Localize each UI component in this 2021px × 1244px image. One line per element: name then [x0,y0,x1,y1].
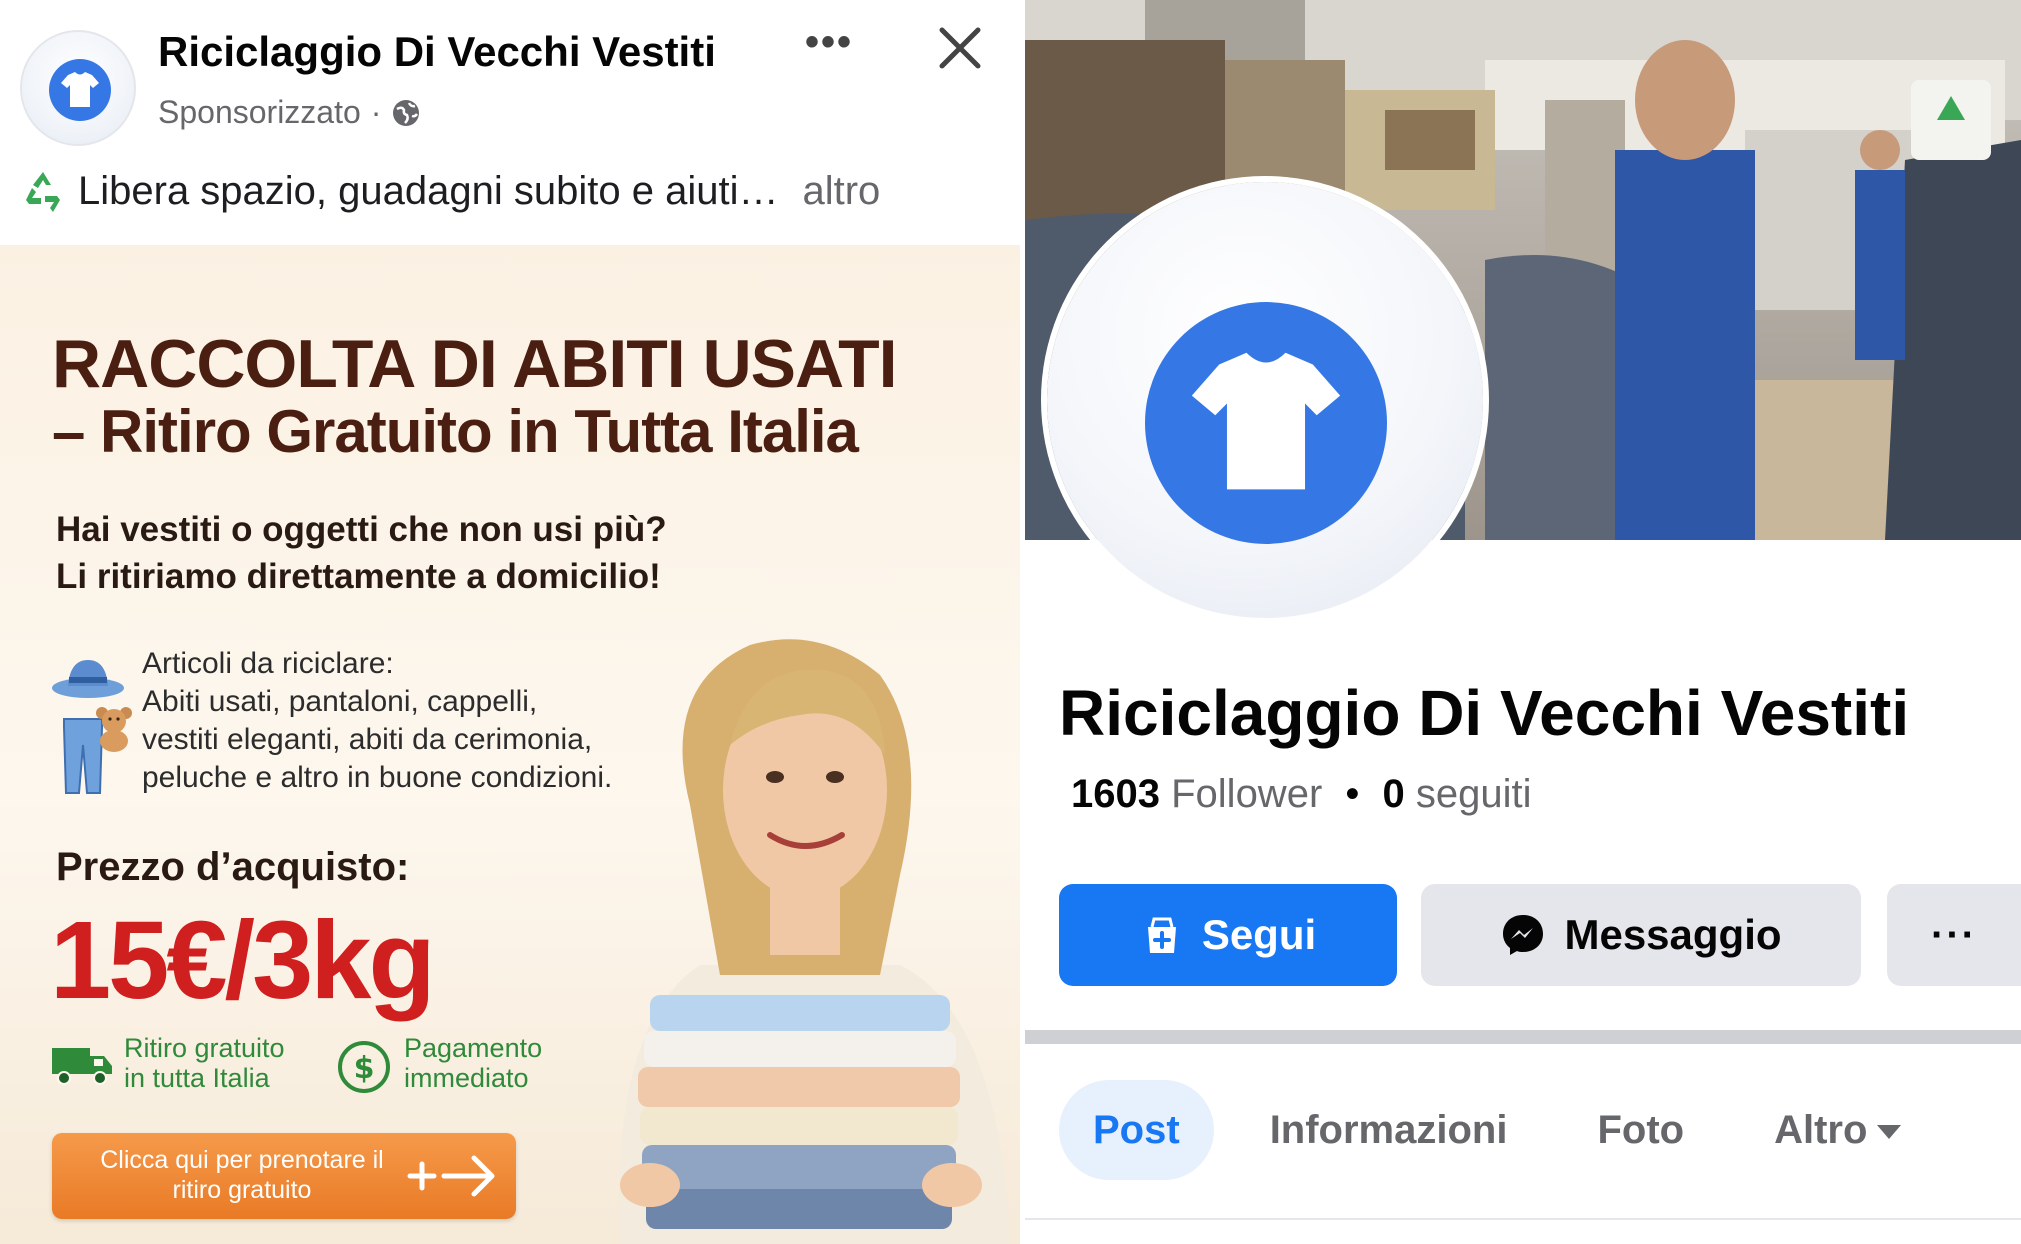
sponsored-label: Sponsorizzato · [158,94,421,131]
close-icon[interactable] [930,18,990,78]
feature1-line2: in tutta Italia [124,1063,270,1093]
followers-label: Follower [1171,772,1323,816]
tab-foto[interactable]: Foto [1563,1080,1718,1180]
follow-button[interactable]: Segui [1059,884,1397,986]
profile-name: Riciclaggio Di Vecchi Vestiti [1059,677,1910,749]
sponsored-text: Sponsorizzato [158,94,361,130]
post-more-button[interactable]: ••• [805,20,853,65]
items-heading: Articoli da riciclare: [142,647,394,680]
post-page-name[interactable]: Riciclaggio Di Vecchi Vestiti [158,28,716,76]
page-profile: Riciclaggio Di Vecchi Vestiti 1603 Follo… [1025,0,2021,1244]
feature2-line2: immediato [404,1063,529,1093]
items-list: Articoli da riciclare: Abiti usati, pant… [142,645,612,797]
tshirt-icon [61,72,99,107]
follow-label: Segui [1201,911,1317,958]
cta-label: Clicca qui per prenotare il ritiro gratu… [72,1145,412,1205]
messenger-icon [1503,915,1544,955]
items-line2: vestiti eleganti, abiti da cerimonia, [142,723,593,756]
caption-more-link[interactable]: altro [802,169,880,214]
ad-creative[interactable]: RACCOLTA DI ABITI USATI – Ritiro Gratuit… [0,245,1020,1244]
section-divider [1025,1030,2021,1044]
tshirt-icon [1191,352,1341,490]
teddy-bear-icon [96,707,132,752]
recycle-icon [26,172,60,212]
woman-with-clothes-photo [619,639,1010,1244]
tab-informazioni[interactable]: Informazioni [1236,1080,1542,1180]
followers-count: 1603 [1071,772,1160,816]
arrow-right-icon [407,1155,495,1197]
ad-title-line2: – Ritiro Gratuito in Tutta Italia [52,398,859,465]
sponsored-post: Riciclaggio Di Vecchi Vestiti Sponsorizz… [0,0,1020,1244]
hat-icon [52,660,124,698]
follow-stats[interactable]: 1603 Follower • 0 seguiti [1071,772,1532,817]
post-header: Riciclaggio Di Vecchi Vestiti Sponsorizz… [0,0,1020,213]
feature-immediate-payment: Pagamento immediato [404,1033,542,1093]
page-avatar[interactable] [20,30,136,146]
feature2-line1: Pagamento [404,1033,543,1063]
follow-page-icon [1147,917,1176,953]
stats-separator: • [1345,772,1360,816]
items-line1: Abiti usati, pantaloni, cappelli, [142,685,538,718]
post-caption[interactable]: Libera spazio, guadagni subito e aiuti… … [20,168,880,214]
dollar-coin-icon: $ [338,1041,390,1093]
caption-text: Libera spazio, guadagni subito e aiuti… [78,168,779,213]
globe-icon [393,99,420,126]
cta-line1: Clicca qui per prenotare il [100,1146,384,1174]
message-label: Messaggio [1564,911,1782,958]
feature1-line1: Ritiro gratuito [124,1033,285,1063]
tab-post[interactable]: Post [1059,1080,1214,1180]
following-count: 0 [1382,772,1405,816]
tab-altro-label: Altro [1774,1108,1868,1152]
separator: · [370,94,382,130]
message-button[interactable]: Messaggio [1421,884,1861,986]
tab-altro[interactable]: Altro [1740,1080,1935,1180]
ad-subtitle-line2: Li ritiriamo direttamente a domicilio! [56,557,661,596]
caret-down-icon [1877,1125,1902,1140]
truck-icon [52,1048,112,1085]
ad-subtitle-line1: Hai vestiti o oggetti che non usi più? [56,510,667,549]
cta-line2: ritiro gratuito [172,1176,312,1204]
tabs-bottom-border [1025,1218,2021,1220]
book-pickup-button[interactable]: Clicca qui per prenotare il ritiro gratu… [52,1133,516,1219]
price-value: 15€/3kg [50,899,436,1022]
svg-text:$: $ [354,1051,375,1086]
price-label: Prezzo d’acquisto: [56,845,410,889]
feature-free-pickup: Ritiro gratuito in tutta Italia [124,1033,285,1093]
ad-title-line1: RACCOLTA DI ABITI USATI [52,326,898,402]
profile-picture[interactable] [1047,182,1483,618]
items-line3: peluche e altro in buone condizioni. [142,761,613,794]
profile-tabs: Post Informazioni Foto Altro [1059,1080,1957,1180]
following-label: seguiti [1415,772,1532,816]
profile-more-button[interactable]: ··· [1887,884,2021,986]
